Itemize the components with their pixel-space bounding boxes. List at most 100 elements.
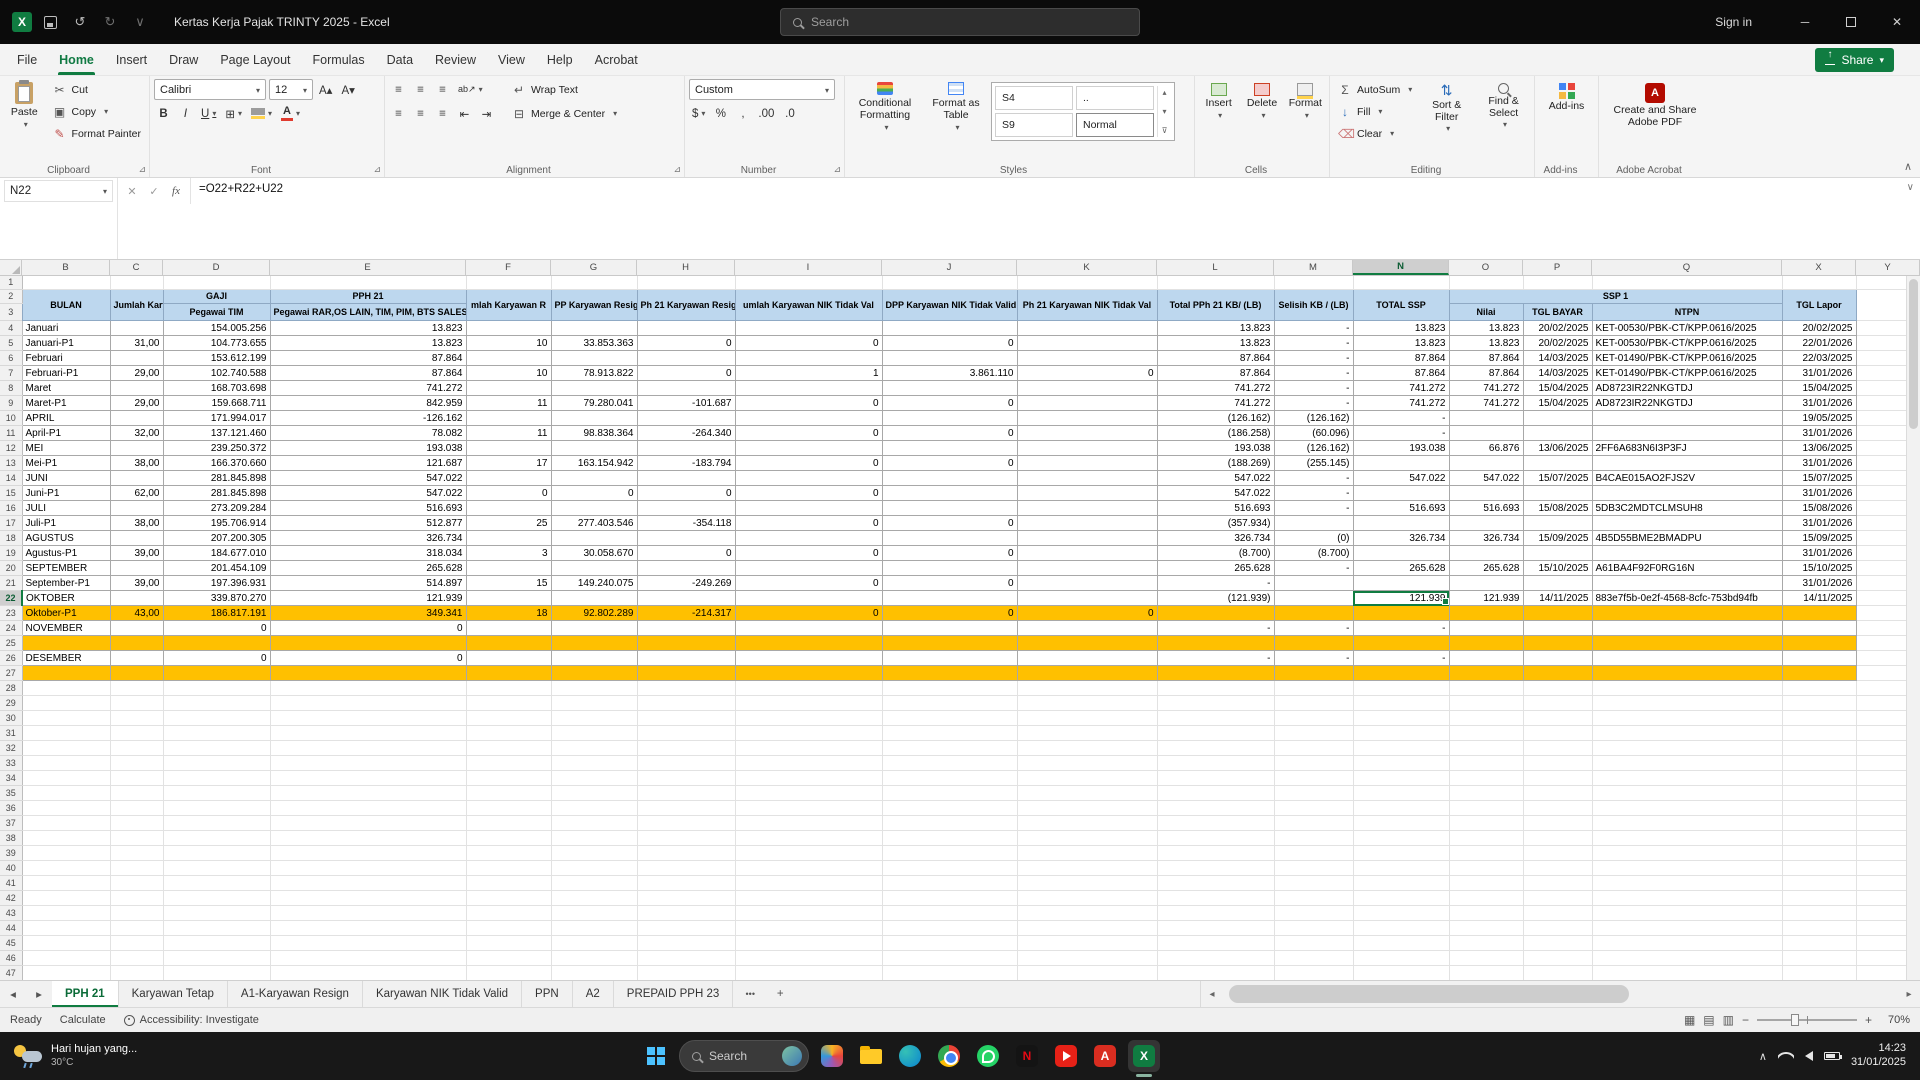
cell-Q21[interactable] (1592, 575, 1783, 591)
cell-O11[interactable] (1449, 425, 1524, 441)
cell-N17[interactable] (1353, 515, 1450, 531)
cell-O25[interactable] (1449, 635, 1524, 651)
cell-L7[interactable]: 87.864 (1157, 365, 1275, 381)
cell-C5[interactable]: 31,00 (110, 335, 164, 351)
cell-D43[interactable] (163, 905, 271, 921)
cell-H1[interactable] (637, 276, 736, 290)
cell-M18[interactable]: (0) (1274, 530, 1354, 546)
cell-E20[interactable]: 265.628 (270, 560, 467, 576)
cell-D9[interactable]: 159.668.711 (163, 395, 271, 411)
cell-P25[interactable] (1523, 635, 1593, 651)
cell-B41[interactable] (22, 875, 111, 891)
cell-P4[interactable]: 20/02/2025 (1523, 320, 1593, 336)
cell-L28[interactable] (1157, 680, 1275, 696)
cell-B40[interactable] (22, 860, 111, 876)
cell-L25[interactable] (1157, 635, 1275, 651)
cell-I45[interactable] (735, 935, 883, 951)
cell-J7[interactable]: 3.861.110 (882, 365, 1018, 381)
cell-O45[interactable] (1449, 935, 1524, 951)
cell-N42[interactable] (1353, 890, 1450, 906)
cell-Q6[interactable]: KET-01490/PBK-CT/KPP.0616/2025 (1592, 350, 1783, 366)
cell-M22[interactable] (1274, 590, 1354, 606)
row-header-33[interactable]: 33 (0, 755, 23, 771)
row-header-27[interactable]: 27 (0, 665, 23, 681)
cell-K38[interactable] (1017, 830, 1158, 846)
cell-F9[interactable]: 11 (466, 395, 552, 411)
cell-X36[interactable] (1782, 800, 1857, 816)
cell-X44[interactable] (1782, 920, 1857, 936)
cell-G5[interactable]: 33.853.363 (551, 335, 638, 351)
cell-Q27[interactable] (1592, 665, 1783, 681)
cell-J37[interactable] (882, 815, 1018, 831)
merge-center-button[interactable]: ⊟ Merge & Center (508, 103, 621, 124)
name-box[interactable]: N22 (4, 180, 113, 202)
cell-I34[interactable] (735, 770, 883, 786)
cell-X35[interactable] (1782, 785, 1857, 801)
cell-G7[interactable]: 78.913.822 (551, 365, 638, 381)
cell-B11[interactable]: April-P1 (22, 425, 111, 441)
cell-J35[interactable] (882, 785, 1018, 801)
cell-D20[interactable]: 201.454.109 (163, 560, 271, 576)
cell-P26[interactable] (1523, 650, 1593, 666)
decrease-indent-button[interactable]: ⇤ (455, 103, 474, 124)
increase-decimal-button[interactable]: .00 (755, 103, 777, 124)
formula-bar-expand-icon[interactable]: ∨ (1907, 182, 1914, 193)
cell-E6[interactable]: 87.864 (270, 350, 467, 366)
cell-J47[interactable] (882, 965, 1018, 980)
cell-C17[interactable]: 38,00 (110, 515, 164, 531)
cell-M37[interactable] (1274, 815, 1354, 831)
cell-B4[interactable]: Januari (22, 320, 111, 336)
create-share-adobe-pdf-button[interactable]: A Create and Share Adobe PDF (1607, 79, 1703, 161)
cell-Q31[interactable] (1592, 725, 1783, 741)
cell-F40[interactable] (466, 860, 552, 876)
column-header-E[interactable]: E (270, 260, 466, 275)
cell-X20[interactable]: 15/10/2025 (1782, 560, 1857, 576)
cell-P8[interactable]: 15/04/2025 (1523, 380, 1593, 396)
cell-B39[interactable] (22, 845, 111, 861)
cell-N27[interactable] (1353, 665, 1450, 681)
cell-B27[interactable] (22, 665, 111, 681)
cell-Q36[interactable] (1592, 800, 1783, 816)
cell-M40[interactable] (1274, 860, 1354, 876)
cell-P32[interactable] (1523, 740, 1593, 756)
cell-E41[interactable] (270, 875, 467, 891)
cell-L36[interactable] (1157, 800, 1275, 816)
cell-O22[interactable]: 121.939 (1449, 590, 1524, 606)
underline-button[interactable]: U (198, 103, 219, 124)
cell-Q47[interactable] (1592, 965, 1783, 980)
cell-O18[interactable]: 326.734 (1449, 530, 1524, 546)
cell-X18[interactable]: 15/09/2025 (1782, 530, 1857, 546)
cell-I8[interactable] (735, 380, 883, 396)
menu-tab-insert[interactable]: Insert (105, 44, 158, 75)
hscroll-thumb[interactable] (1229, 985, 1629, 1003)
cell-E18[interactable]: 326.734 (270, 530, 467, 546)
cell-E42[interactable] (270, 890, 467, 906)
cell-D44[interactable] (163, 920, 271, 936)
cell-L31[interactable] (1157, 725, 1275, 741)
row-header-12[interactable]: 12 (0, 440, 23, 456)
cell-X46[interactable] (1782, 950, 1857, 966)
excel-taskbar-button[interactable]: X (1128, 1040, 1160, 1077)
cell-K8[interactable] (1017, 380, 1158, 396)
start-button[interactable] (640, 1040, 672, 1072)
row-header-7[interactable]: 7 (0, 365, 23, 381)
cell-I35[interactable] (735, 785, 883, 801)
cell-X21[interactable]: 31/01/2026 (1782, 575, 1857, 591)
column-header-P[interactable]: P (1523, 260, 1592, 275)
sheet-tab-prepaid-pph-23[interactable]: PREPAID PPH 23 (614, 981, 734, 1007)
cell-G11[interactable]: 98.838.364 (551, 425, 638, 441)
cell-J26[interactable] (882, 650, 1018, 666)
cell-H6[interactable] (637, 350, 736, 366)
cell-E47[interactable] (270, 965, 467, 980)
cell-F24[interactable] (466, 620, 552, 636)
close-button[interactable]: ✕ (1874, 0, 1920, 44)
cell-H39[interactable] (637, 845, 736, 861)
cell-E12[interactable]: 193.038 (270, 440, 467, 456)
cell-H46[interactable] (637, 950, 736, 966)
cell-Q24[interactable] (1592, 620, 1783, 636)
cell-N18[interactable]: 326.734 (1353, 530, 1450, 546)
cell-I14[interactable] (735, 470, 883, 486)
cell-I28[interactable] (735, 680, 883, 696)
cell-L8[interactable]: 741.272 (1157, 380, 1275, 396)
cell-B7[interactable]: Februari-P1 (22, 365, 111, 381)
